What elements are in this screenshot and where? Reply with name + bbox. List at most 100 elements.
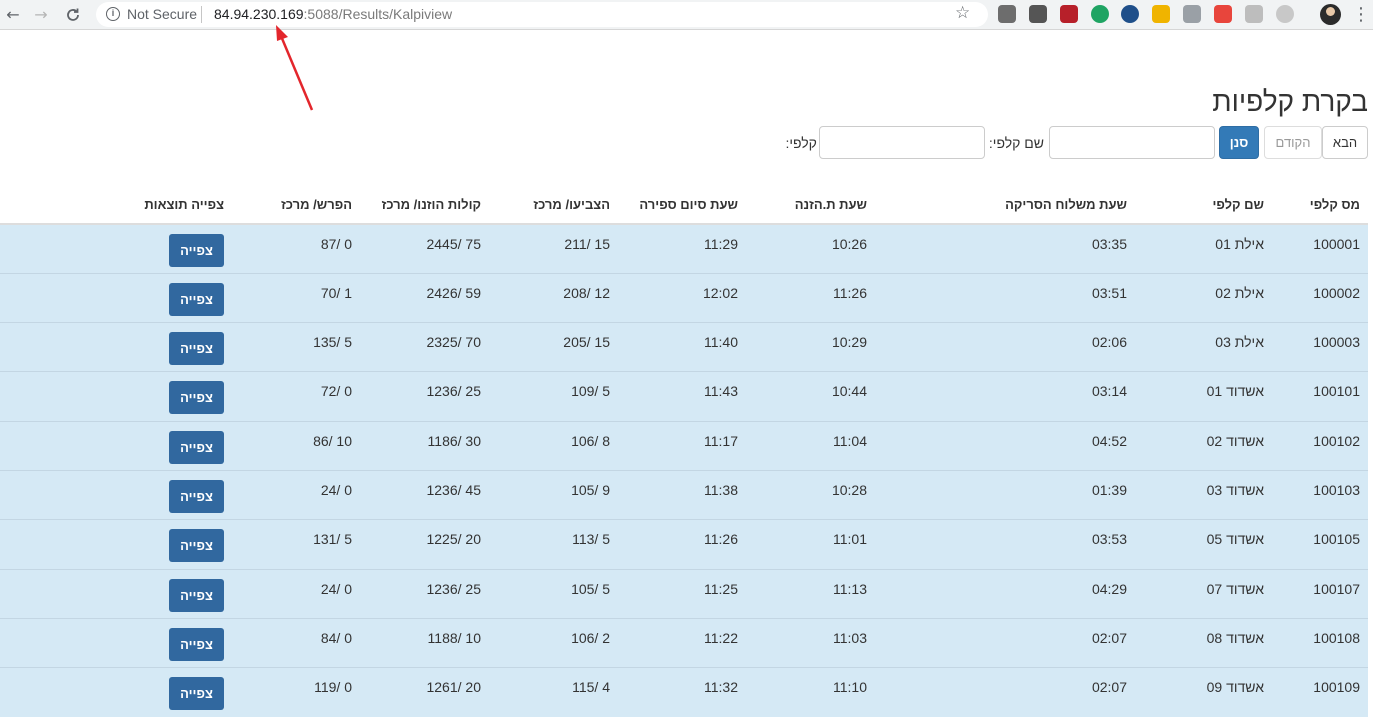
view-results-button[interactable]: צפייה: [169, 430, 224, 464]
cell-kalpi-number: 100109: [1272, 667, 1368, 717]
cell-kalpi-name: אשדוד 05: [1135, 519, 1272, 570]
cell-votes-entered: 25 /1236: [360, 568, 489, 619]
extension-icon[interactable]: [1060, 5, 1078, 23]
results-table: מס קלפי שם קלפי שעת משלוח הסריקה שעת ת.ה…: [0, 172, 1368, 717]
cell-count-end-time: 11:40: [618, 322, 746, 372]
kalpi-input[interactable]: [818, 126, 985, 159]
kalpi-name-input[interactable]: [1049, 126, 1215, 159]
view-results-button[interactable]: צפייה: [169, 282, 224, 316]
cell-count-end-time: 11:43: [618, 371, 746, 422]
extension-icon[interactable]: [1214, 5, 1232, 23]
cell-voted: 8 /106: [489, 420, 618, 471]
cell-view-results: צפייה: [0, 667, 232, 717]
info-icon[interactable]: i: [106, 7, 120, 21]
cell-votes-entered: 70 /2325: [360, 322, 489, 372]
cell-kalpi-number: 100107: [1272, 568, 1368, 619]
cell-view-results: צפייה: [0, 469, 232, 520]
cell-scan-time: 03:35: [875, 223, 1135, 274]
cell-difference: 0 /24: [232, 469, 360, 520]
view-results-button[interactable]: צפייה: [169, 234, 224, 267]
table-row: 100108 אשדוד 08 02:07 11:03 11:22 2 /106 10 /1…: [0, 617, 1368, 668]
extension-icon[interactable]: [1091, 5, 1109, 23]
next-button[interactable]: הבא: [1322, 126, 1368, 159]
cell-count-end-time: 11:25: [618, 568, 746, 619]
cell-scan-time: 02:07: [875, 667, 1135, 717]
view-results-button[interactable]: צפייה: [169, 529, 224, 563]
view-results-button[interactable]: צפייה: [169, 627, 224, 661]
view-results-button[interactable]: צפייה: [169, 332, 224, 366]
cell-entry-time: 11:04: [746, 420, 875, 471]
url-text[interactable]: 84.94.230.169:5088/Results/Kalpiview: [214, 6, 452, 22]
prev-button[interactable]: הקודם: [1264, 126, 1322, 159]
divider: [201, 6, 202, 23]
cell-kalpi-number: 100103: [1272, 469, 1368, 520]
cell-voted: 15 /211: [489, 223, 618, 274]
cell-scan-time: 01:39: [875, 469, 1135, 520]
cell-kalpi-name: אשדוד 03: [1135, 469, 1272, 520]
cell-count-end-time: 11:17: [618, 420, 746, 471]
cell-kalpi-number: 100102: [1272, 420, 1368, 471]
col-header-scan-time: שעת משלוח הסריקה: [875, 172, 1135, 225]
col-header-votes-entered: קולות הוזנו/ מרכז: [360, 172, 489, 225]
search-bar: קלפי: שם קלפי: סנן הקודם הבא: [783, 126, 1368, 159]
extension-icon[interactable]: [1121, 5, 1139, 23]
cell-entry-time: 10:26: [746, 223, 875, 274]
table-row: 100103 אשדוד 03 01:39 10:28 11:38 9 /105 45 /1…: [0, 469, 1368, 520]
cell-difference: 5 /135: [232, 322, 360, 372]
cell-voted: 5 /113: [489, 519, 618, 570]
table-row: 100109 אשדוד 09 02:07 11:10 11:32 4 /115 20 /1…: [0, 667, 1368, 717]
cell-difference: 0 /119: [232, 667, 360, 717]
cell-view-results: צפייה: [0, 420, 232, 471]
table-row: 100105 אשדוד 05 03:53 11:01 11:26 5 /113 20 /1…: [0, 519, 1368, 570]
cell-difference: 10 /86: [232, 420, 360, 471]
cell-entry-time: 11:01: [746, 519, 875, 570]
cell-difference: 0 /84: [232, 617, 360, 668]
cell-difference: 0 /24: [232, 568, 360, 619]
cell-kalpi-name: אילת 02: [1135, 272, 1272, 323]
cell-kalpi-name: אשדוד 07: [1135, 568, 1272, 619]
back-icon[interactable]: ←: [2, 4, 24, 26]
view-results-button[interactable]: צפייה: [169, 578, 224, 612]
table-row: 100107 אשדוד 07 04:29 11:13 11:25 5 /105 25 /1…: [0, 568, 1368, 619]
security-label: Not Secure: [127, 6, 198, 22]
menu-icon[interactable]: ⋮: [1352, 4, 1370, 25]
cell-view-results: צפייה: [0, 223, 232, 274]
annotation-arrow-icon: [276, 25, 314, 111]
cell-kalpi-name: אשדוד 02: [1135, 420, 1272, 471]
cell-votes-entered: 45 /1236: [360, 469, 489, 520]
extension-icon[interactable]: [1183, 5, 1201, 23]
view-results-button[interactable]: צפייה: [169, 381, 224, 415]
cell-votes-entered: 30 /1186: [360, 420, 489, 471]
cell-entry-time: 10:28: [746, 469, 875, 520]
cell-voted: 9 /105: [489, 469, 618, 520]
cell-votes-entered: 25 /1236: [360, 371, 489, 422]
extension-icon[interactable]: [1152, 5, 1170, 23]
cell-kalpi-name: אילת 01: [1135, 223, 1272, 274]
view-results-button[interactable]: צפייה: [169, 677, 224, 711]
cell-view-results: צפייה: [0, 568, 232, 619]
address-bar[interactable]: i Not Secure 84.94.230.169:5088/Results/…: [96, 2, 988, 27]
filter-button[interactable]: סנן: [1219, 126, 1259, 159]
extension-icon[interactable]: [1029, 5, 1047, 23]
bookmark-star-icon[interactable]: ☆: [955, 3, 970, 23]
col-header-voted: הצביעו/ מרכז: [489, 172, 618, 225]
browser-toolbar: ← → i Not Secure 84.94.230.169:5088/Resu…: [0, 0, 1373, 30]
cell-scan-time: 03:14: [875, 371, 1135, 422]
kalpi-label: קלפי:: [785, 134, 817, 151]
cell-votes-entered: 75 /2445: [360, 223, 489, 274]
cell-count-end-time: 11:29: [618, 223, 746, 274]
profile-avatar[interactable]: [1320, 4, 1341, 25]
table-row: 100002 אילת 02 03:51 11:26 12:02 12 /208 59 /2…: [0, 272, 1368, 323]
forward-icon[interactable]: →: [30, 4, 52, 26]
extension-icon[interactable]: [1245, 5, 1263, 23]
view-results-button[interactable]: צפייה: [169, 479, 224, 513]
cell-kalpi-name: אשדוד 01: [1135, 371, 1272, 422]
cell-entry-time: 10:44: [746, 371, 875, 422]
col-header-kalpi-name: שם קלפי: [1135, 172, 1272, 225]
kalpi-name-label: שם קלפי:: [988, 134, 1044, 151]
reload-icon[interactable]: [62, 4, 84, 26]
extension-icon[interactable]: [1276, 5, 1294, 23]
cell-difference: 5 /131: [232, 519, 360, 570]
table-row: 100102 אשדוד 02 04:52 11:04 11:17 8 /106 30 /1…: [0, 420, 1368, 471]
extension-icon[interactable]: [998, 5, 1016, 23]
